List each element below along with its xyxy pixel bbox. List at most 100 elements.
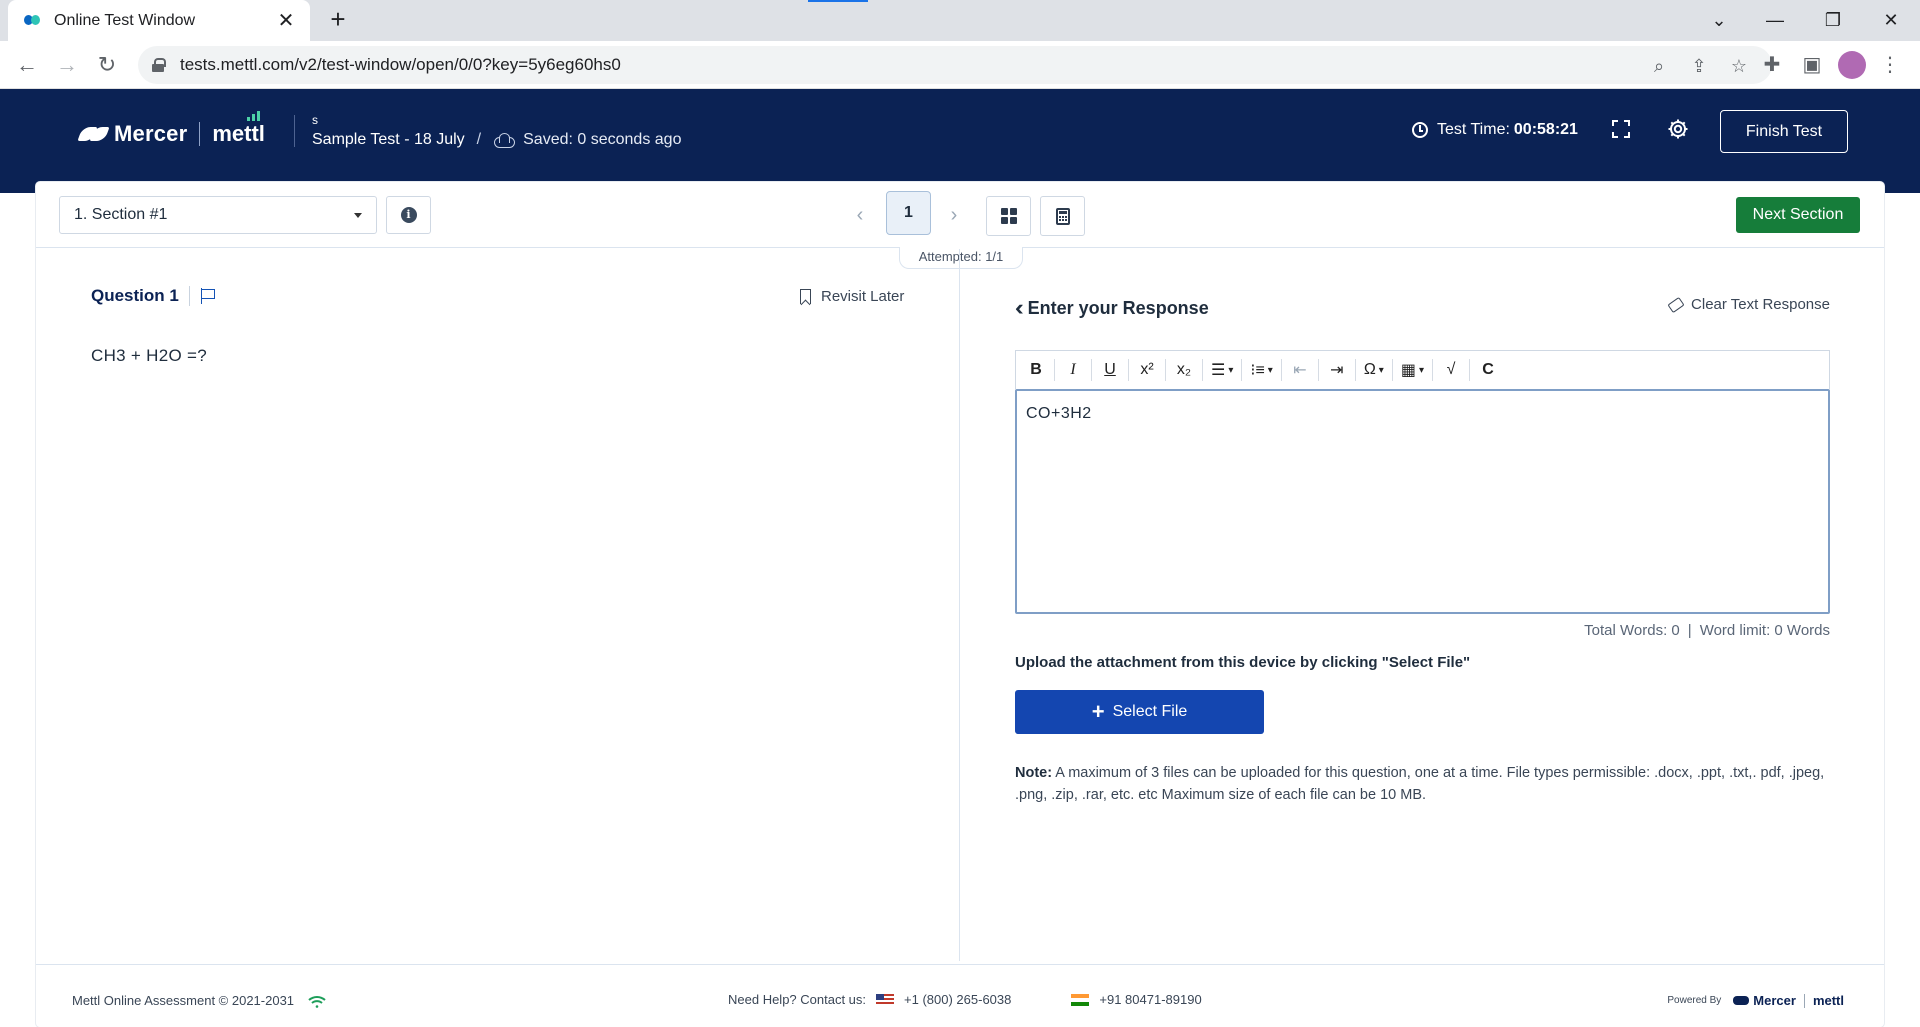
subscript-button[interactable]: x₂: [1170, 356, 1198, 384]
mercer-logo-icon: [1733, 996, 1750, 1005]
browser-tab[interactable]: Online Test Window ✕: [8, 0, 310, 41]
forward-button[interactable]: →: [52, 50, 82, 80]
us-phone[interactable]: +1 (800) 265-6038: [904, 992, 1011, 1007]
clear-text-response-button[interactable]: Clear Text Response: [1667, 296, 1830, 313]
word-count: Total Words: 0 | Word limit: 0 Words: [1584, 622, 1830, 639]
outdent-button[interactable]: ⇤: [1286, 356, 1314, 384]
back-button[interactable]: ←: [12, 50, 42, 80]
response-input[interactable]: CO+3H2: [1015, 389, 1830, 614]
bulleted-list-icon: ⁝≡: [1250, 362, 1265, 379]
india-flag-icon: [1071, 993, 1090, 1006]
table-icon: ▦: [1400, 362, 1416, 379]
bulleted-list-button[interactable]: ⁝≡ ▾: [1246, 356, 1276, 384]
indent-button[interactable]: ⇥: [1323, 356, 1351, 384]
cloud-icon: [493, 133, 516, 148]
clock-icon: [1412, 122, 1428, 138]
address-bar-row: ← → ↻ tests.mettl.com/v2/test-window/ope…: [0, 41, 1920, 89]
select-file-button[interactable]: + Select File: [1015, 690, 1264, 734]
tab-close-icon[interactable]: ✕: [276, 11, 296, 31]
url-omnibox[interactable]: tests.mettl.com/v2/test-window/open/0/0?…: [138, 46, 1772, 84]
info-icon: i: [400, 207, 417, 223]
question-pane: Question 1 Revisit Later CH3 + H2O =?: [36, 249, 960, 961]
finish-test-button[interactable]: Finish Test: [1720, 110, 1848, 153]
us-flag-icon: [876, 993, 895, 1006]
section-info-button[interactable]: i: [386, 196, 431, 234]
fullscreen-icon[interactable]: [1607, 117, 1635, 145]
bookmark-icon: [800, 289, 811, 304]
superscript-button[interactable]: x²: [1133, 356, 1161, 384]
saved-status: Saved: 0 seconds ago: [523, 131, 682, 148]
profile-avatar[interactable]: [1838, 51, 1866, 79]
section-toolbar: 1. Section #1 i ‹ 1 › Next Section: [36, 182, 1884, 248]
reload-button[interactable]: ↻: [92, 50, 122, 80]
section-dropdown[interactable]: 1. Section #1: [59, 196, 377, 234]
user-name: s: [312, 113, 318, 127]
footer-logo: Mercer mettl: [1733, 993, 1844, 1008]
powered-by: Powered By Mercer mettl: [1667, 993, 1844, 1008]
bold-button[interactable]: B: [1022, 356, 1050, 384]
restore-button[interactable]: ❐: [1816, 6, 1850, 34]
response-pane: ‹‹ Enter your Response Clear Text Respon…: [961, 249, 1884, 961]
timer-value: 00:58:21: [1513, 121, 1578, 138]
numbered-list-button[interactable]: ☰ ▾: [1207, 356, 1237, 384]
collapse-chevrons-icon[interactable]: ‹‹: [1015, 295, 1023, 321]
grid-icon: [1000, 208, 1017, 224]
chemistry-icon: C: [1482, 361, 1494, 378]
calculator-button[interactable]: [1040, 196, 1085, 236]
response-title: ‹‹ Enter your Response: [1015, 295, 1209, 321]
plus-icon: +: [1091, 699, 1105, 724]
next-section-button[interactable]: Next Section: [1736, 197, 1860, 233]
browser-tabbar: Online Test Window ✕ + ⌄ — ❐ ✕: [0, 0, 1920, 41]
chemistry-button[interactable]: C: [1474, 356, 1502, 384]
outdent-icon: ⇤: [1293, 362, 1307, 379]
mettl-favicon-icon: [24, 14, 44, 27]
gear-icon[interactable]: [1664, 117, 1692, 145]
extensions-icon[interactable]: ✚: [1757, 50, 1787, 80]
special-char-button[interactable]: Ω ▾: [1360, 356, 1388, 384]
revisit-later-button[interactable]: Revisit Later: [800, 288, 904, 305]
rich-text-editor: B I U x² x₂ ☰ ▾ ⁝≡ ▾ ⇤ ⇥ Ω ▾ ▦ ▾ √ C CO+…: [1015, 350, 1830, 614]
india-phone[interactable]: +91 80471-89190: [1099, 992, 1201, 1007]
copyright: Mettl Online Assessment © 2021-2031: [72, 993, 326, 1008]
browser-menu-icon[interactable]: ⋮: [1880, 50, 1900, 80]
italic-button[interactable]: I: [1059, 356, 1087, 384]
upload-instructions: Upload the attachment from this device b…: [1015, 654, 1471, 671]
flag-icon[interactable]: [200, 288, 216, 304]
table-button[interactable]: ▦ ▾: [1397, 356, 1428, 384]
share-icon[interactable]: ⇪: [1686, 53, 1712, 79]
tab-search-chevron-icon[interactable]: ⌄: [1702, 6, 1736, 34]
sidebar-icon[interactable]: ▣: [1797, 50, 1827, 80]
star-icon[interactable]: ☆: [1726, 53, 1752, 79]
brand-mettl: mettl: [212, 111, 265, 147]
question-number-button[interactable]: 1: [886, 191, 931, 235]
close-window-button[interactable]: ✕: [1874, 6, 1908, 34]
prev-question-button[interactable]: ‹: [850, 202, 870, 228]
url-text[interactable]: tests.mettl.com/v2/test-window/open/0/0?…: [180, 55, 1772, 75]
calculator-icon: [1055, 207, 1070, 225]
tab-loading-indicator: [808, 0, 868, 2]
minimize-button[interactable]: —: [1758, 6, 1792, 34]
eraser-icon: [1667, 296, 1685, 313]
caret-down-icon: [354, 212, 362, 218]
numbered-list-icon: ☰: [1211, 362, 1226, 379]
math-equation-button[interactable]: √: [1437, 356, 1465, 384]
help-contact: Need Help? Contact us: +1 (800) 265-6038…: [728, 992, 1202, 1007]
underline-button[interactable]: U: [1096, 356, 1124, 384]
next-question-button[interactable]: ›: [944, 202, 964, 228]
editor-toolbar: B I U x² x₂ ☰ ▾ ⁝≡ ▾ ⇤ ⇥ Ω ▾ ▦ ▾ √ C: [1015, 350, 1830, 389]
upload-note: Note: A maximum of 3 files can be upload…: [1015, 765, 1825, 803]
brand-logo: Mercer mettl: [80, 111, 265, 147]
wifi-icon: [308, 995, 326, 1008]
new-tab-button[interactable]: +: [324, 6, 352, 34]
zoom-icon[interactable]: ⌕: [1646, 53, 1672, 79]
mercer-logo-icon: [80, 125, 108, 143]
question-title: Question 1: [91, 286, 216, 306]
app-header: Mercer mettl s Sample Test - 18 July / S…: [0, 89, 1920, 193]
lock-icon[interactable]: [152, 58, 166, 72]
test-meta: s Sample Test - 18 July / Saved: 0 secon…: [312, 113, 682, 148]
square-root-icon: √: [1446, 361, 1456, 378]
test-timer: Test Time: 00:58:21: [1412, 121, 1578, 139]
tab-title: Online Test Window: [54, 11, 196, 29]
question-grid-button[interactable]: [986, 196, 1031, 236]
footer: Mettl Online Assessment © 2021-2031 Need…: [36, 964, 1884, 1027]
